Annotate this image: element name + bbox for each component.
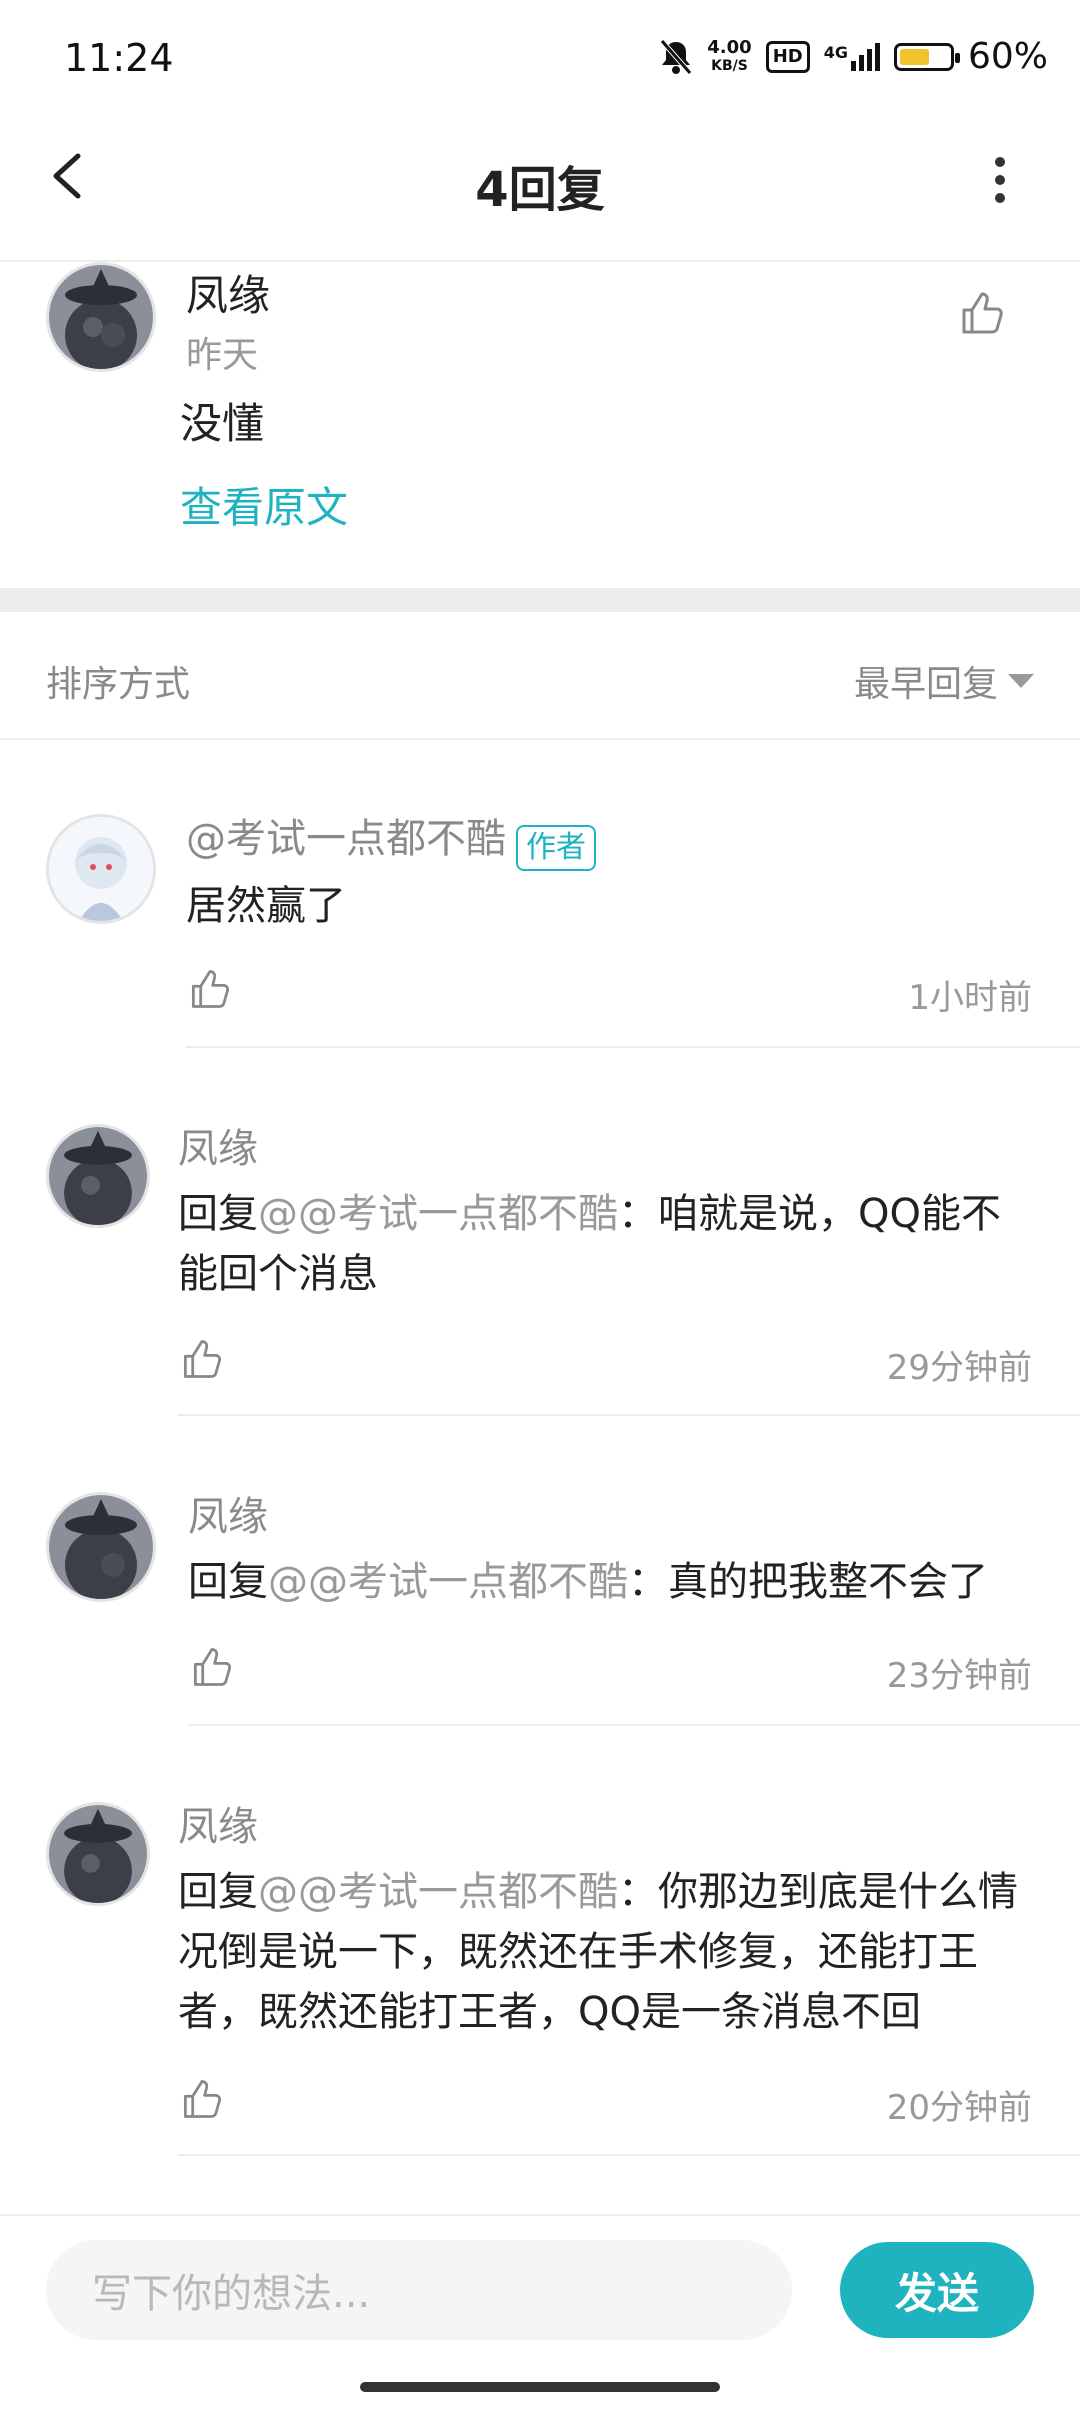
reply-text: 居然赢了 [186, 883, 346, 929]
home-indicator[interactable] [360, 2382, 720, 2392]
hd-badge: HD [765, 40, 810, 73]
view-original-link[interactable]: 查看原文 [180, 474, 348, 535]
mention-link[interactable]: @@考试一点都不酷 [258, 1869, 618, 1915]
reply-author-name[interactable]: @考试一点都不酷 [186, 816, 506, 862]
like-icon[interactable] [186, 966, 232, 1012]
more-options-icon[interactable] [980, 150, 1020, 210]
avatar[interactable] [46, 1124, 150, 1228]
page-title: 4回复 [475, 162, 605, 218]
reply-author-name[interactable]: 凤缘 [188, 1484, 268, 1542]
reply-author-name[interactable]: 凤缘 [178, 1794, 258, 1852]
divider [178, 1414, 1080, 1416]
reply-time: 1小时前 [908, 978, 1032, 1018]
reply-time: 20分钟前 [886, 2088, 1032, 2128]
mention-link[interactable]: @@考试一点都不酷 [258, 1191, 618, 1237]
comment-input[interactable]: 写下你的想法... [46, 2240, 792, 2340]
avatar[interactable] [46, 1802, 150, 1906]
send-button[interactable]: 发送 [840, 2242, 1034, 2338]
reply-author-name[interactable]: 凤缘 [178, 1116, 258, 1174]
author-badge: 作者 [516, 824, 596, 871]
comment-time: 昨天 [186, 335, 259, 376]
status-time: 11:24 [64, 36, 174, 80]
avatar[interactable] [46, 814, 156, 924]
status-icons: 4.00 KB/S HD 4G 60% [659, 36, 1048, 77]
reply-header: @考试一点都不酷 作者 [186, 806, 596, 871]
divider [0, 738, 1080, 740]
divider [186, 1046, 1080, 1048]
mention-link[interactable]: @@考试一点都不酷 [268, 1559, 628, 1605]
like-icon[interactable] [178, 2076, 224, 2122]
reply-text: 回复@@考试一点都不酷：真的把我整不会了 [188, 1559, 988, 1605]
signal-icon: 4G [824, 42, 880, 71]
like-icon[interactable] [956, 288, 1006, 338]
reply-time: 23分钟前 [886, 1656, 1032, 1696]
avatar[interactable] [46, 1492, 156, 1602]
divider [178, 2154, 1080, 2156]
author-name[interactable]: 凤缘 [186, 262, 270, 323]
sort-dropdown[interactable]: 最早回复 [854, 655, 1034, 707]
avatar[interactable] [46, 262, 156, 372]
battery-percent: 60% [967, 36, 1048, 77]
sort-value: 最早回复 [853, 664, 998, 705]
net-speed: 4.00 KB/S [707, 36, 752, 74]
reply-text: 回复@@考试一点都不酷：你那边到底是什么情况倒是说一下，既然还在手术修复，还能打… [178, 1869, 1018, 2035]
chevron-down-icon [1008, 674, 1034, 688]
like-icon[interactable] [178, 1336, 224, 1382]
battery-icon [893, 42, 960, 71]
like-icon[interactable] [188, 1644, 234, 1690]
divider [188, 1724, 1080, 1726]
comment-text: 没懂 [180, 399, 265, 448]
reply-text: 回复@@考试一点都不酷：咱就是说，QQ能不能回个消息 [178, 1191, 1001, 1297]
section-divider [0, 588, 1080, 612]
reply-time: 29分钟前 [886, 1348, 1032, 1388]
mute-bell-icon [660, 38, 693, 75]
sort-label: 排序方式 [46, 664, 191, 705]
